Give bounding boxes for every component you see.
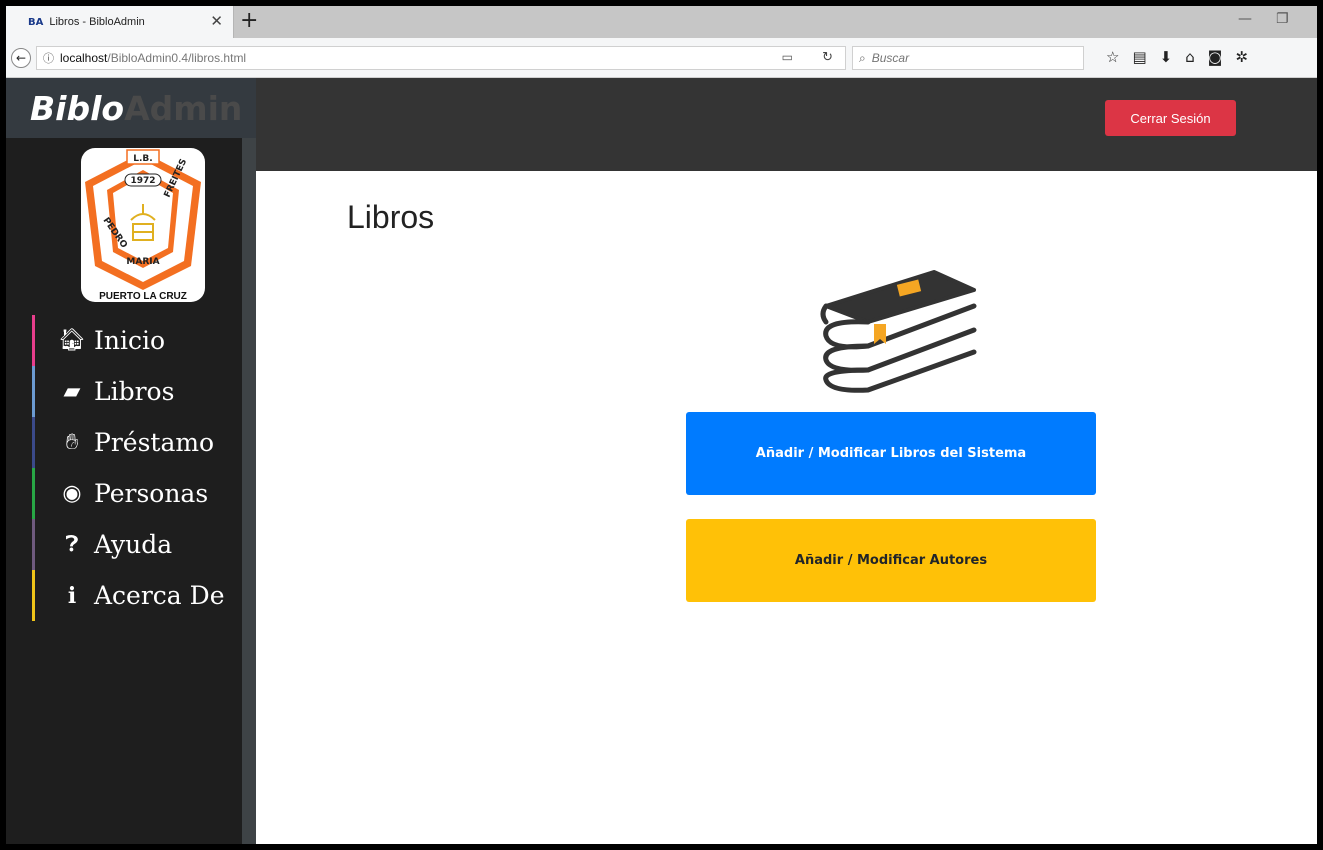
manage-authors-button[interactable]: Añadir / Modificar Autores (686, 519, 1096, 602)
info-icon[interactable]: ⓘ (43, 50, 54, 66)
pocket-icon[interactable]: ◙ (1208, 48, 1223, 66)
library-icon[interactable]: ▤ (1132, 48, 1146, 66)
url-path: /BibloAdmin0.4/libros.html (107, 51, 247, 65)
user-circle-icon: ◉ (62, 481, 82, 506)
bookmark-star-icon[interactable]: ☆ (1106, 48, 1119, 66)
seal-year: 1972 (130, 176, 155, 186)
reload-icon[interactable]: ↻ (822, 50, 833, 65)
seal-bottom-text: MARIA (126, 257, 159, 267)
sidebar-item-label: Libros (94, 377, 175, 406)
sidebar-item-label: Ayuda (94, 530, 173, 559)
browser-toolbar: ← ⓘ localhost/BibloAdmin0.4/libros.html … (6, 38, 1317, 78)
sidebar-divider (242, 138, 256, 844)
sidebar-item-acerca-de[interactable]: i Acerca De (32, 570, 225, 621)
extension-icon[interactable]: ✲ (1235, 48, 1248, 66)
sidebar: L.B. 1972 PEDRO FREITES MARIA PUERTO LA … (6, 138, 242, 844)
question-circle-icon: ❓︎ (65, 532, 79, 557)
logout-button[interactable]: Cerrar Sesión (1105, 100, 1236, 136)
brand-logo: Biblo Admin (6, 78, 256, 138)
search-bar[interactable]: ⌕ (852, 46, 1084, 70)
seal-emblem: L.B. 1972 PEDRO FREITES MARIA PUERTO LA … (85, 149, 201, 302)
toolbar-icons: ☆ ▤ ⬇ ⌂ ◙ ✲ (1106, 48, 1248, 66)
browser-tab[interactable]: BA Libros - BibloAdmin ✕ (6, 6, 234, 38)
tab-bar: BA Libros - BibloAdmin ✕ + — ❐ (6, 6, 1317, 38)
sidebar-item-prestamo[interactable]: ✋︎ Préstamo (32, 417, 225, 468)
brand-primary: Biblo (30, 88, 125, 128)
sidebar-item-label: Préstamo (94, 428, 215, 457)
back-arrow-icon[interactable]: ← (11, 48, 31, 68)
info-icon: i (67, 582, 77, 609)
accent-bar (32, 315, 35, 366)
tab-title: Libros - BibloAdmin (49, 16, 145, 28)
accent-bar (32, 417, 35, 468)
sidebar-item-label: Inicio (94, 326, 166, 355)
accent-bar (32, 468, 35, 519)
handshake-icon: ✋︎ (65, 430, 79, 455)
sidebar-item-label: Personas (94, 479, 209, 508)
accent-bar (32, 366, 35, 417)
brand-secondary: Admin (124, 88, 243, 128)
manage-books-button[interactable]: Añadir / Modificar Libros del Sistema (686, 412, 1096, 495)
download-icon[interactable]: ⬇ (1160, 48, 1173, 66)
url-text: localhost/BibloAdmin0.4/libros.html (60, 51, 246, 65)
accent-bar (32, 570, 35, 621)
school-seal-logo: L.B. 1972 PEDRO FREITES MARIA PUERTO LA … (81, 148, 205, 302)
new-tab-icon[interactable]: + (240, 8, 258, 33)
browser-window: BA Libros - BibloAdmin ✕ + — ❐ ← ⓘ local… (6, 6, 1317, 844)
seal-top-text: L.B. (133, 154, 152, 164)
page-title: Libros (347, 199, 435, 235)
minimize-icon[interactable]: — (1238, 11, 1252, 27)
sidebar-item-libros[interactable]: ▰ Libros (32, 366, 225, 417)
seal-footer-text: PUERTO LA CRUZ (99, 291, 187, 302)
book-icon: ▰ (63, 379, 81, 404)
sidebar-nav: 🏠︎ Inicio ▰ Libros ✋︎ Préstamo ◉ Persona… (32, 315, 225, 621)
close-tab-icon[interactable]: ✕ (210, 12, 223, 30)
tab-favicon: BA (28, 16, 44, 28)
restore-window-icon[interactable]: ❐ (1276, 11, 1289, 27)
search-input[interactable] (869, 50, 1064, 66)
search-icon: ⌕ (859, 50, 866, 65)
main-content: Libros Añadir / Modificar Libros del Sis… (256, 171, 1317, 844)
sidebar-item-label: Acerca De (94, 581, 225, 610)
accent-bar (32, 519, 35, 570)
sidebar-item-personas[interactable]: ◉ Personas (32, 468, 225, 519)
stacked-books-icon (820, 270, 977, 393)
sidebar-item-ayuda[interactable]: ❓︎ Ayuda (32, 519, 225, 570)
url-host: localhost (60, 51, 108, 65)
sidebar-item-inicio[interactable]: 🏠︎ Inicio (32, 315, 225, 366)
home-icon: 🏠︎ (58, 328, 86, 353)
home-icon[interactable]: ⌂ (1185, 48, 1195, 66)
url-bar[interactable]: ⓘ localhost/BibloAdmin0.4/libros.html ▭ … (36, 46, 846, 70)
reader-view-icon[interactable]: ▭ (782, 50, 793, 64)
